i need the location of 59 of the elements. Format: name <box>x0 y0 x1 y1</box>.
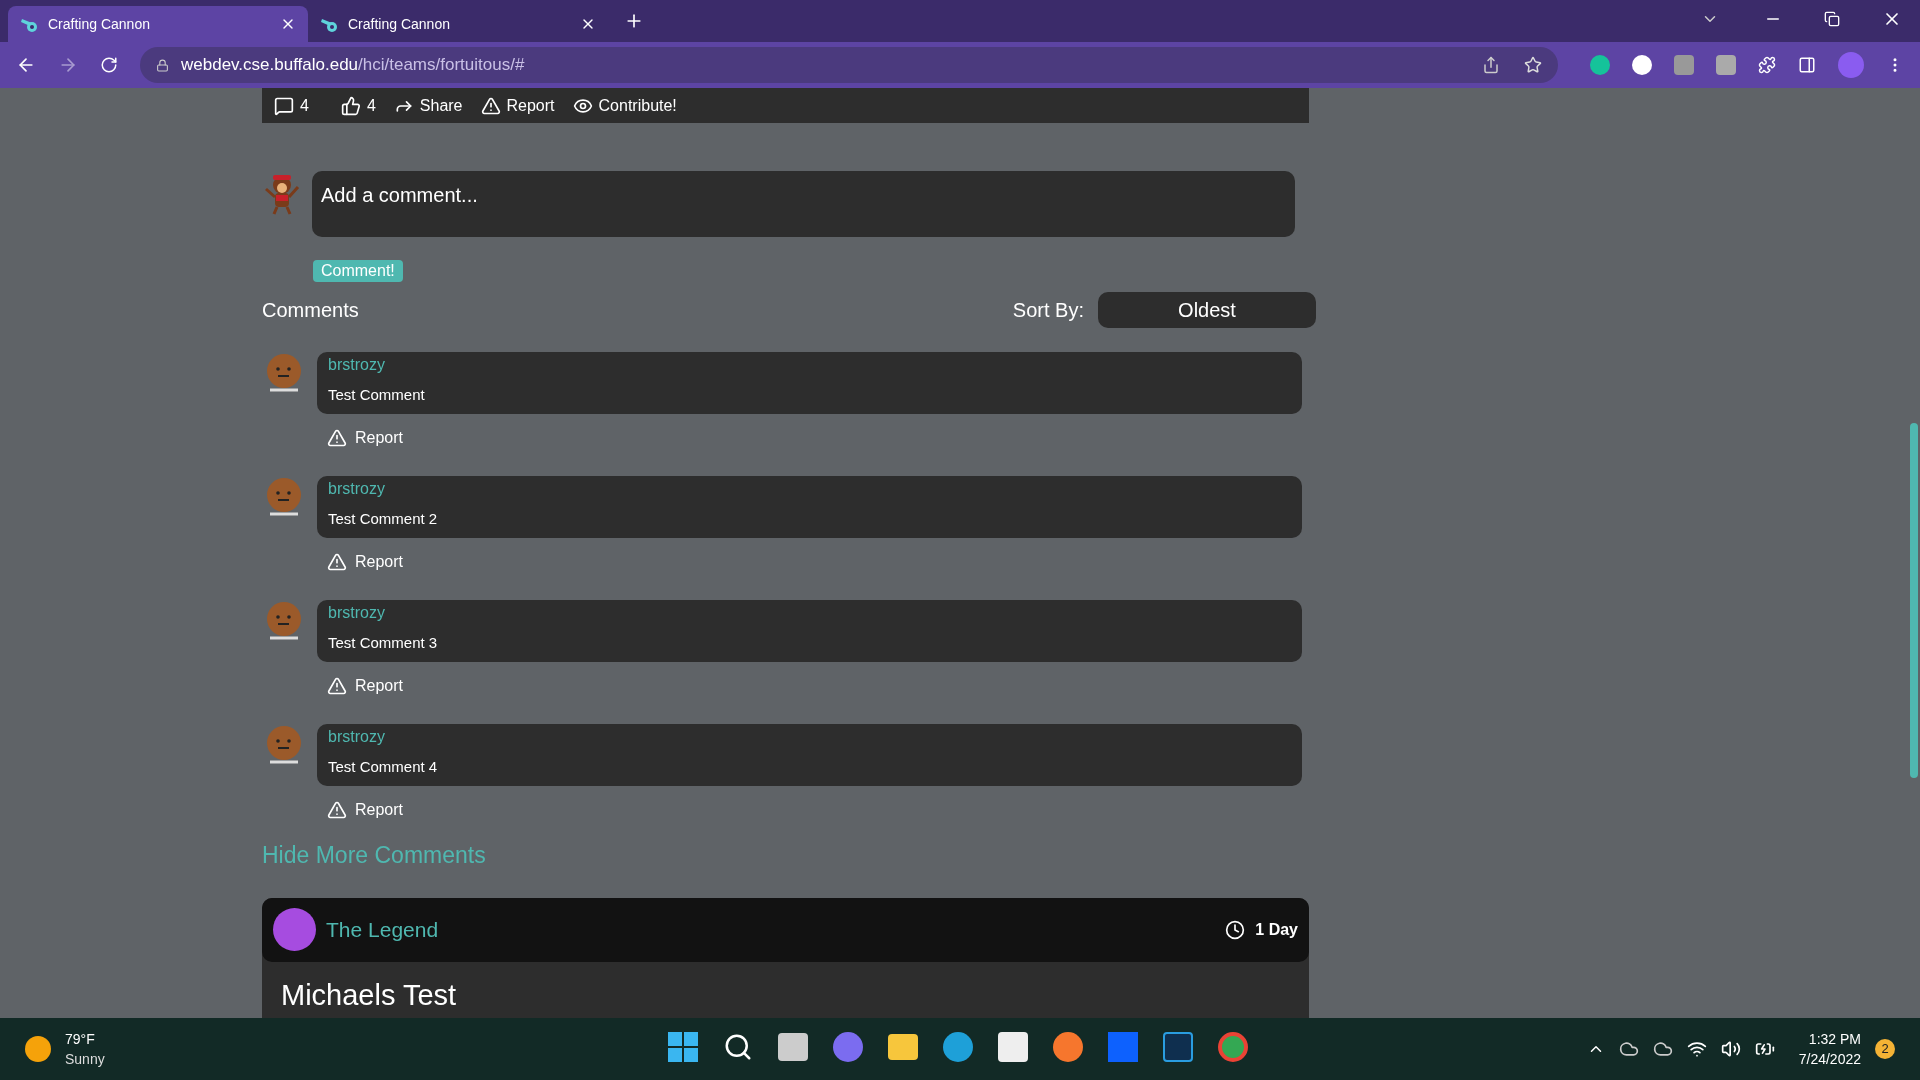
warning-icon <box>327 552 347 572</box>
comment-author[interactable]: brstrozy <box>328 602 1291 624</box>
share-icon[interactable] <box>1482 56 1500 74</box>
url-text: webdev.cse.buffalo.edu/hci/teams/fortuitous/# <box>181 54 525 77</box>
clock-icon <box>1225 919 1246 940</box>
comment-author[interactable]: brstrozy <box>328 726 1291 748</box>
comment-input[interactable]: Add a comment... <box>312 171 1295 237</box>
report-button[interactable]: Report <box>327 674 404 698</box>
tab-title: Crafting Cannon <box>348 14 451 34</box>
comments-count-button[interactable]: 4 <box>274 93 309 118</box>
tab-title: Crafting Cannon <box>48 14 151 34</box>
reload-icon[interactable] <box>100 56 118 74</box>
warning-icon <box>327 428 347 448</box>
wifi-icon[interactable] <box>1686 1039 1707 1059</box>
volume-icon[interactable] <box>1720 1039 1741 1059</box>
comments-heading: Comments <box>262 298 360 323</box>
post-title: Michaels Test <box>281 977 458 1012</box>
weather-text: Sunny <box>65 1050 105 1069</box>
address-bar[interactable]: webdev.cse.buffalo.edu/hci/teams/fortuitous/# <box>140 47 1558 83</box>
browser-tab[interactable]: Crafting Cannon <box>8 6 308 42</box>
puzzle-icon[interactable] <box>1758 56 1776 74</box>
comment-text: Test Comment 3 <box>328 633 439 653</box>
warning-icon <box>480 95 501 116</box>
comment-author[interactable]: brstrozy <box>328 354 1291 376</box>
post-author[interactable]: The Legend <box>326 913 1216 946</box>
lock-icon <box>156 58 169 72</box>
notification-badge[interactable]: 2 <box>1875 1039 1895 1059</box>
clock-date: 7/24/2022 <box>1798 1050 1861 1069</box>
cloud-icon[interactable] <box>1652 1039 1673 1059</box>
author-avatar <box>273 908 316 951</box>
start-icon[interactable] <box>668 1032 698 1062</box>
contribute-button[interactable]: Contribute! <box>572 93 677 118</box>
browser-tab[interactable]: Crafting Cannon <box>308 6 608 42</box>
temperature: 79°F <box>65 1030 96 1049</box>
thumbs-up-icon <box>340 95 361 116</box>
sort-label: Sort By: <box>1012 298 1084 323</box>
sort-dropdown[interactable]: Oldest <box>1098 292 1316 328</box>
likes-count-button[interactable]: 4 <box>340 93 376 118</box>
speech-bubble-icon <box>274 95 294 116</box>
post-age: 1 Day <box>1255 919 1298 940</box>
warning-icon <box>327 800 347 820</box>
comment-text: Test Comment <box>328 385 426 405</box>
star-icon[interactable] <box>1524 56 1542 74</box>
report-button[interactable]: Report <box>327 426 404 450</box>
share-button[interactable]: Share <box>393 93 463 118</box>
clock-time: 1:32 PM <box>1808 1030 1861 1049</box>
cloud-icon[interactable] <box>1618 1039 1639 1059</box>
comment-text: Test Comment 2 <box>328 509 439 529</box>
sun-icon <box>25 1036 51 1062</box>
comment-author[interactable]: brstrozy <box>328 478 1291 500</box>
app-icon[interactable] <box>1163 1032 1193 1062</box>
report-button[interactable]: Report <box>327 798 404 822</box>
restore-icon[interactable] <box>1824 11 1840 27</box>
search-icon[interactable] <box>723 1032 753 1062</box>
warning-icon <box>327 676 347 696</box>
report-button[interactable]: Report <box>327 550 404 574</box>
side-panel-icon[interactable] <box>1798 56 1816 74</box>
report-button[interactable]: Report <box>480 93 555 118</box>
comment-text: Test Comment 4 <box>328 757 439 777</box>
